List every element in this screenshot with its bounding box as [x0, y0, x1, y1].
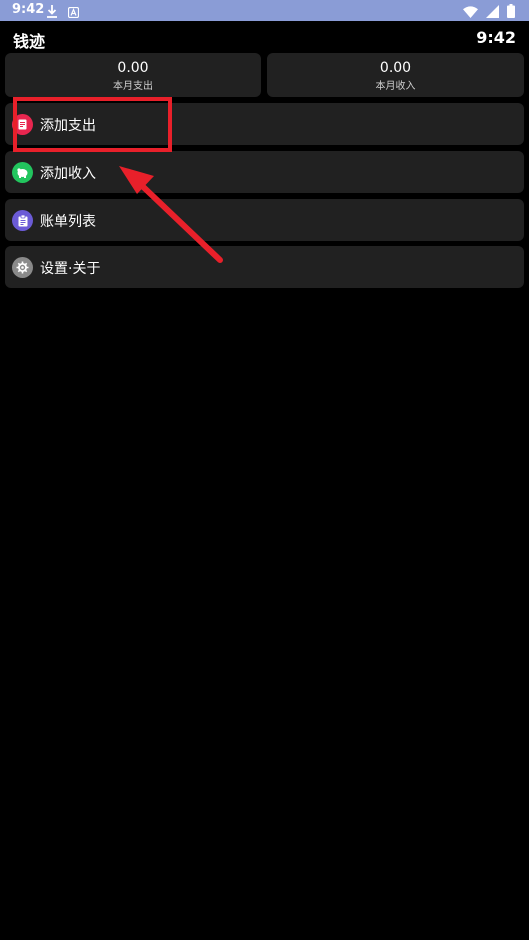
monthly-income-card: 0.00 本月收入 [267, 53, 524, 97]
gear-icon [12, 257, 33, 278]
download-icon [46, 3, 58, 22]
a-badge-icon [67, 3, 80, 22]
wifi-icon [463, 3, 478, 22]
menu-label-bill-list: 账单列表 [40, 214, 96, 230]
status-bar: 9:42 [0, 0, 529, 21]
menu-label-add-expense: 添加支出 [40, 118, 96, 134]
piggy-bank-icon [12, 162, 33, 183]
status-time: 9:42 [12, 2, 45, 17]
app-header: 钱迹 9:42 [0, 21, 529, 53]
menu-item-settings-about[interactable]: 设置·关于 [5, 246, 524, 288]
monthly-income-value: 0.00 [379, 60, 412, 76]
header-clock: 9:42 [476, 28, 516, 47]
monthly-income-label: 本月收入 [375, 81, 416, 92]
menu-item-add-income[interactable]: 添加收入 [5, 151, 524, 193]
menu-item-bill-list[interactable]: 账单列表 [5, 199, 524, 241]
receipt-icon [12, 114, 33, 135]
monthly-expense-label: 本月支出 [113, 81, 153, 92]
monthly-expense-value: 0.00 [117, 60, 149, 76]
clipboard-icon [12, 210, 33, 231]
menu-item-add-expense[interactable]: 添加支出 [5, 103, 524, 145]
monthly-expense-card: 0.00 本月支出 [5, 53, 261, 97]
app-title: 钱迹 [13, 32, 46, 51]
menu-label-settings-about: 设置·关于 [40, 261, 101, 277]
menu-label-add-income: 添加收入 [40, 166, 96, 182]
battery-icon [507, 3, 515, 22]
signal-icon [486, 3, 499, 22]
